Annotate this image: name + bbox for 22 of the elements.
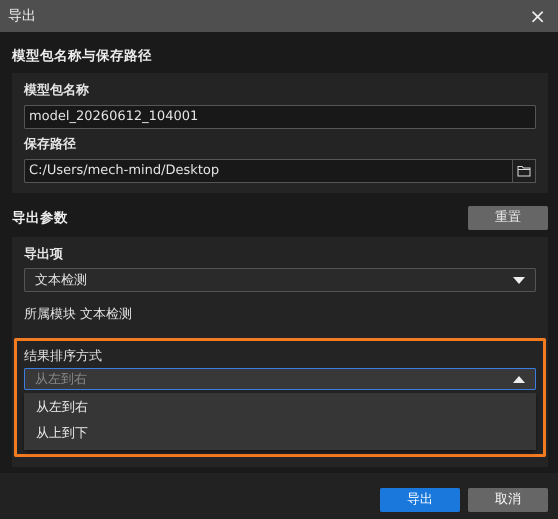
module-value: 文本检测 [80, 307, 132, 322]
caret-icon [513, 376, 525, 383]
section-heading: 模型包名称与保存路径 [12, 47, 152, 66]
text-field[interactable]: model_20260612_104001 [24, 104, 536, 129]
path-field[interactable]: C:/Users/mech-mind/Desktop [24, 158, 514, 183]
browse-button[interactable] [513, 158, 536, 183]
field-label: 模型包名称 [24, 82, 90, 100]
cancel-button[interactable]: 取消 [468, 488, 548, 512]
field-label: 导出项 [24, 246, 64, 264]
reset-button[interactable]: 重置 [468, 206, 548, 230]
module-label: 所属模块 [24, 307, 76, 322]
folder-icon [517, 164, 532, 177]
window-title: 导出 [8, 6, 36, 26]
select-field[interactable]: 文本检测 [24, 268, 536, 292]
export-button[interactable]: 导出 [380, 488, 460, 512]
dropdown-option[interactable]: 从上到下 [24, 420, 536, 446]
close-button[interactable]: × [525, 6, 550, 26]
section-heading: 导出参数 [12, 208, 68, 228]
dropdown-option[interactable]: 从左到右 [24, 395, 536, 421]
caret-icon [513, 276, 525, 284]
field-label: 结果排序方式 [24, 348, 103, 366]
field-label: 保存路径 [24, 136, 77, 154]
